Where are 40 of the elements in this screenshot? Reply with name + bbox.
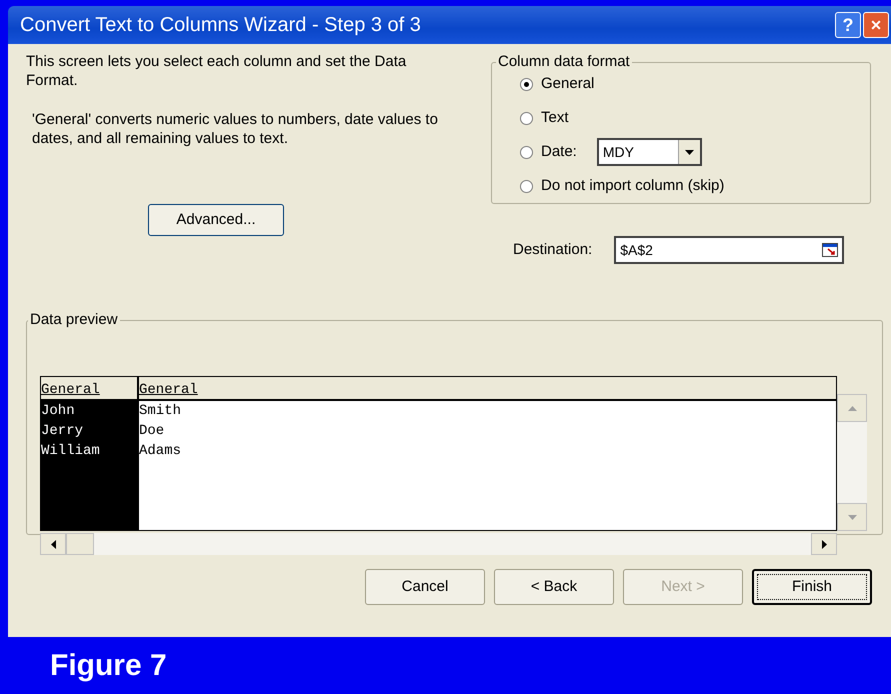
group-title: Data preview	[28, 310, 120, 330]
date-format-dropdown[interactable]: MDY	[596, 138, 702, 166]
intro-text: This screen lets you select each column and set the Data Format.	[26, 52, 408, 90]
destination-field[interactable]: $A$2	[614, 236, 844, 264]
radio-label[interactable]: Date:	[541, 140, 577, 164]
radio-label[interactable]: General	[541, 72, 594, 96]
preview-cell-text: Smith	[139, 402, 182, 421]
wizard-button[interactable]: Finish	[752, 569, 872, 605]
vertical-scrollbar[interactable]	[837, 394, 867, 531]
help-button[interactable]: ?	[835, 12, 861, 38]
wizard-button[interactable]: Cancel	[365, 569, 485, 605]
horizontal-scrollbar[interactable]	[40, 533, 837, 555]
radio-button[interactable]	[520, 146, 533, 158]
scroll-up-icon[interactable]	[837, 394, 867, 422]
preview-column[interactable]: General John Jerry William	[41, 377, 139, 530]
preview-cell-text: Doe	[139, 422, 166, 441]
preview-cell-text: John	[41, 402, 76, 421]
destination-label: Destination:	[513, 240, 592, 260]
radio-button[interactable]	[520, 112, 533, 124]
preview-column[interactable]: General Smith Doe Adams	[139, 377, 836, 530]
column-header[interactable]: General	[41, 377, 137, 401]
radio-label[interactable]: Text	[541, 106, 569, 130]
scroll-right-icon[interactable]	[811, 533, 837, 555]
radio-label[interactable]: Do not import column (skip)	[541, 174, 724, 198]
figure-caption: Figure 7	[50, 648, 167, 684]
radio-button[interactable]	[520, 180, 533, 192]
explanation-text: 'General' converts numeric values to numbers, date values to dates, and all remaining values to text.	[32, 110, 439, 148]
preview-cell-text: Adams	[139, 442, 182, 461]
preview-cell-text: William	[41, 442, 101, 461]
scroll-thumb[interactable]	[66, 533, 94, 555]
preview-cell-text: Jerry	[41, 422, 84, 441]
window-title: Convert Text to Columns Wizard - Step 3 of 3	[20, 13, 421, 38]
radio-button[interactable]	[520, 78, 533, 90]
dropdown-value: MDY	[602, 142, 634, 162]
collapse-dialog-icon[interactable]	[822, 243, 838, 257]
column-header[interactable]: General	[139, 377, 836, 401]
advanced-button[interactable]: Advanced...	[148, 204, 284, 236]
wizard-button[interactable]: < Back	[494, 569, 614, 605]
close-button[interactable]: ×	[863, 12, 889, 38]
scroll-left-icon[interactable]	[40, 533, 66, 555]
